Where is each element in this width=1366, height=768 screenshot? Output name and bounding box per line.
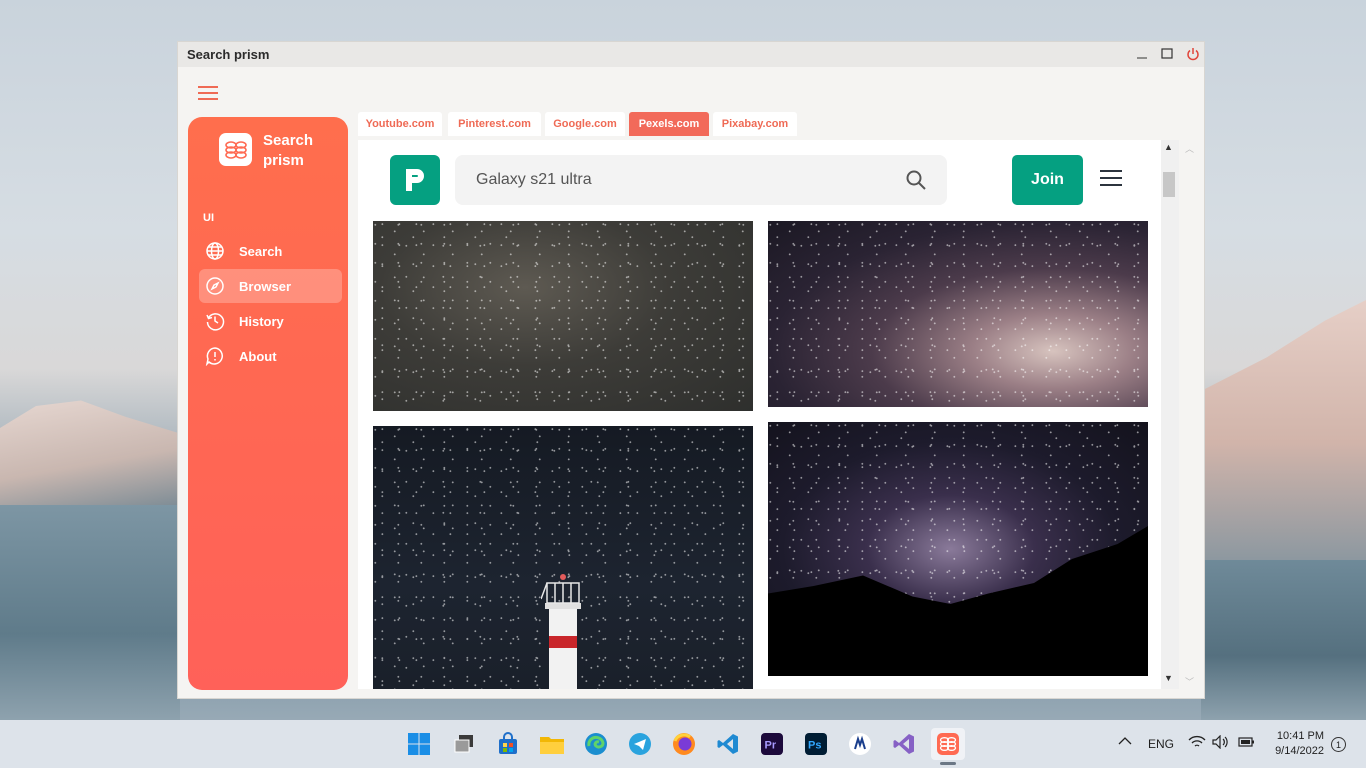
maximize-icon xyxy=(1161,48,1173,59)
globe-icon xyxy=(204,240,226,262)
premiere-icon[interactable]: Pr xyxy=(755,728,789,760)
search-icon[interactable] xyxy=(905,169,927,191)
sidebar-item-label: History xyxy=(239,313,284,329)
photo-milky-way-over-mountain[interactable] xyxy=(768,422,1148,676)
generic-app-icon[interactable] xyxy=(843,728,877,760)
clock-date: 9/14/2022 xyxy=(1275,745,1324,757)
desktop-wallpaper-water xyxy=(1201,560,1366,720)
outer-scroll-down-icon: ﹀ xyxy=(1185,677,1195,687)
compass-icon xyxy=(204,275,226,297)
sidebar-item-label: Search xyxy=(239,243,283,259)
pexels-header: Join xyxy=(358,140,1161,221)
telegram-icon[interactable] xyxy=(623,728,657,760)
svg-text:Ps: Ps xyxy=(808,740,821,752)
search-prism-icon[interactable] xyxy=(931,728,965,760)
section-label: UI xyxy=(203,212,214,224)
scroll-thumb[interactable] xyxy=(1163,172,1175,197)
close-button[interactable] xyxy=(1184,45,1202,63)
system-clock[interactable]: 10:41 PM 9/14/2022 xyxy=(1268,729,1324,759)
pexels-search-box xyxy=(455,155,947,205)
volume-icon[interactable] xyxy=(1212,734,1230,752)
lighthouse-image xyxy=(541,574,581,689)
battery-icon[interactable] xyxy=(1237,735,1255,752)
browser-view[interactable]: Join xyxy=(358,140,1161,689)
sidebar-item-browser[interactable]: Browser xyxy=(199,269,342,303)
pexels-menu-icon[interactable] xyxy=(1100,170,1122,190)
tab-pexels[interactable]: Pexels.com xyxy=(629,112,709,136)
history-icon xyxy=(204,310,226,332)
photo-milky-way-starfield[interactable] xyxy=(373,221,753,411)
maximize-button[interactable] xyxy=(1158,45,1176,63)
language-indicator[interactable]: ENG xyxy=(1148,737,1174,751)
sidebar-item-about[interactable]: About xyxy=(199,339,342,373)
active-app-indicator xyxy=(940,762,956,765)
outer-scroll-up-icon: ︿ xyxy=(1185,144,1195,154)
windows-start-icon[interactable] xyxy=(402,728,436,760)
pexels-search-input[interactable] xyxy=(455,155,895,205)
store-icon[interactable] xyxy=(491,728,525,760)
app-name: Search prism xyxy=(263,132,314,169)
sidebar: Search prism UI Search Browser History A… xyxy=(188,117,348,690)
tab-google[interactable]: Google.com xyxy=(545,112,625,136)
desktop-wallpaper-dune xyxy=(1201,300,1366,560)
minimize-icon xyxy=(1137,57,1147,59)
photoshop-icon[interactable]: Ps xyxy=(799,728,833,760)
app-window: Search prism Search prism UI Search Brow… xyxy=(177,41,1205,699)
window-title: Search prism xyxy=(187,47,270,62)
task-view-icon[interactable] xyxy=(447,728,481,760)
scroll-down-arrow-icon[interactable]: ▼ xyxy=(1164,673,1173,683)
join-button[interactable]: Join xyxy=(1012,155,1083,205)
photo-milky-way-core[interactable] xyxy=(768,221,1148,407)
file-explorer-icon[interactable] xyxy=(535,728,569,760)
sidebar-item-history[interactable]: History xyxy=(199,304,342,338)
wifi-icon[interactable] xyxy=(1188,735,1206,752)
vscode-icon[interactable] xyxy=(711,728,745,760)
tab-pinterest[interactable]: Pinterest.com xyxy=(448,112,541,136)
browser-scrollbar[interactable]: ▲ ▼ xyxy=(1161,140,1179,689)
menu-toggle-icon[interactable] xyxy=(198,82,218,102)
show-hidden-icons-icon[interactable] xyxy=(1118,735,1132,749)
scroll-up-arrow-icon[interactable]: ▲ xyxy=(1164,142,1173,152)
photo-lighthouse-night-sky[interactable] xyxy=(373,426,753,689)
tab-youtube[interactable]: Youtube.com xyxy=(358,112,442,136)
svg-text:Pr: Pr xyxy=(765,740,777,752)
clock-time: 10:41 PM xyxy=(1276,730,1324,742)
minimize-button[interactable] xyxy=(1133,45,1151,63)
info-icon xyxy=(204,345,226,367)
sidebar-item-label: About xyxy=(239,348,277,364)
desktop-wallpaper-dune xyxy=(0,400,180,505)
tab-pixabay[interactable]: Pixabay.com xyxy=(713,112,797,136)
desktop-wallpaper-water xyxy=(0,505,180,720)
firefox-icon[interactable] xyxy=(667,728,701,760)
notification-badge[interactable]: 1 xyxy=(1331,737,1346,752)
app-logo-icon xyxy=(219,133,252,166)
visual-studio-icon[interactable] xyxy=(887,728,921,760)
sidebar-item-search[interactable]: Search xyxy=(199,234,342,268)
sidebar-item-label: Browser xyxy=(239,278,292,294)
title-bar[interactable]: Search prism xyxy=(178,42,1204,67)
pexels-logo-icon[interactable] xyxy=(390,155,440,205)
edge-icon[interactable] xyxy=(579,728,613,760)
power-icon xyxy=(1187,48,1199,61)
